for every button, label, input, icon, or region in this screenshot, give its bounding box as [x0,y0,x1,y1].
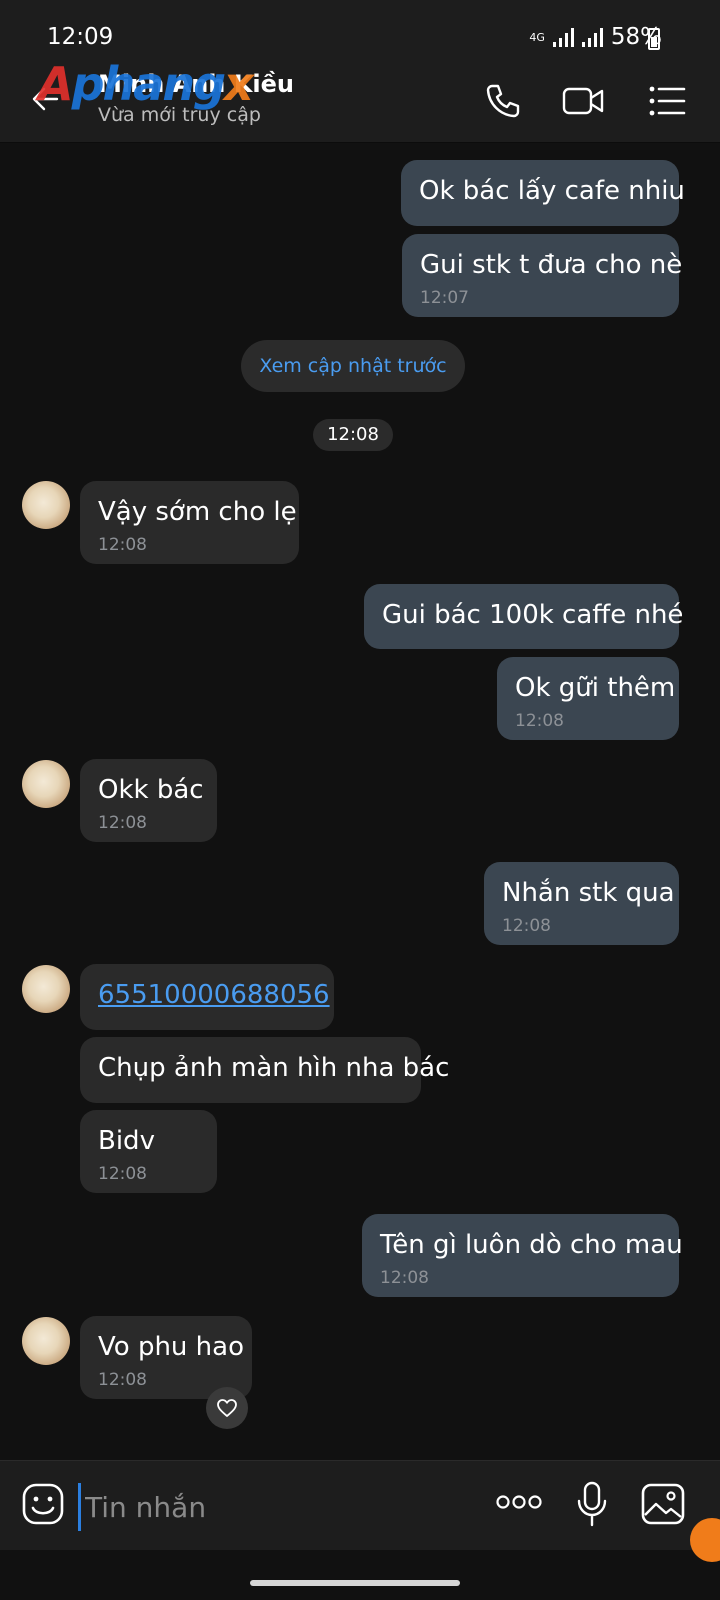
sticker-icon[interactable] [22,1483,64,1525]
message-composer [0,1460,720,1551]
message-text: Tên gì luôn dò cho mau [380,1230,683,1260]
message-bubble-incoming[interactable]: 65510000688056 [80,964,334,1030]
phone-call-icon[interactable] [480,78,526,124]
more-options-icon[interactable] [496,1495,542,1509]
message-input[interactable] [78,1483,467,1531]
date-divider: 12:08 [313,419,393,451]
message-bubble-outgoing[interactable]: Gui stk t đưa cho nè 12:07 [402,234,683,317]
message-bubble-outgoing[interactable]: Nhắn stk qua 12:08 [484,862,679,945]
load-previous-button[interactable]: Xem cập nhật trước [241,340,465,392]
contact-avatar[interactable] [22,760,70,808]
account-number-link[interactable]: 65510000688056 [98,980,330,1010]
message-time: 12:08 [515,711,564,731]
react-heart-button[interactable] [206,1387,248,1429]
status-indicators: 4G 58% [529,24,662,50]
message-text: Gui bác 100k caffe nhé [382,600,684,630]
message-bubble-incoming[interactable]: Vậy sớm cho lẹ 12:08 [80,481,299,564]
message-time: 12:07 [420,288,469,308]
microphone-icon[interactable] [576,1481,608,1527]
heart-icon [217,1399,237,1417]
message-time: 12:08 [380,1268,429,1288]
message-bubble-outgoing[interactable]: Ok gữi thêm 12:08 [497,657,679,740]
date-divider-label: 12:08 [327,424,379,445]
message-bubble-incoming[interactable]: Chụp ảnh màn hìh nha bác [80,1037,449,1103]
contact-avatar[interactable] [22,1317,70,1365]
contact-avatar[interactable] [22,481,70,529]
contact-avatar[interactable] [22,965,70,1013]
message-text: Chụp ảnh màn hìh nha bác [98,1053,450,1083]
message-text: Bidv [98,1126,155,1156]
message-bubble-incoming[interactable]: Bidv 12:08 [80,1110,217,1193]
video-call-icon[interactable] [560,78,606,124]
home-gesture-handle[interactable] [250,1580,460,1586]
load-previous-label: Xem cập nhật trước [259,355,447,377]
message-text: Vậy sớm cho lẹ [98,497,297,527]
message-bubble-outgoing[interactable]: Tên gì luôn dò cho mau 12:08 [362,1214,683,1297]
watermark-logo: Aphangx [38,57,254,111]
image-gallery-icon[interactable] [641,1483,685,1525]
message-time: 12:08 [502,916,551,936]
message-bubble-outgoing[interactable]: Gui bác 100k caffe nhé [364,584,683,649]
battery-icon [648,28,660,50]
message-bubble-outgoing[interactable]: Ok bác lấy cafe nhiu [401,160,685,226]
status-bar: 12:09 4G 58% [0,0,720,58]
message-text: Vo phu hao [98,1332,244,1362]
network-type: 4G [529,30,545,44]
signal-icon-2 [581,27,603,47]
message-bubble-incoming[interactable]: Okk bác 12:08 [80,759,217,842]
message-time: 12:08 [98,1164,147,1184]
message-time: 12:08 [98,535,147,555]
signal-icon [552,27,574,47]
message-text: Ok gữi thêm [515,673,676,703]
message-text: Gui stk t đưa cho nè [420,250,683,280]
system-nav-bar [0,1550,720,1600]
message-text: Okk bác [98,775,204,805]
message-text: Nhắn stk qua [502,878,675,908]
menu-list-icon[interactable] [644,78,690,124]
message-text: Ok bác lấy cafe nhiu [419,176,685,206]
message-time: 12:08 [98,1370,147,1390]
status-time: 12:09 [47,24,114,50]
message-time: 12:08 [98,813,147,833]
